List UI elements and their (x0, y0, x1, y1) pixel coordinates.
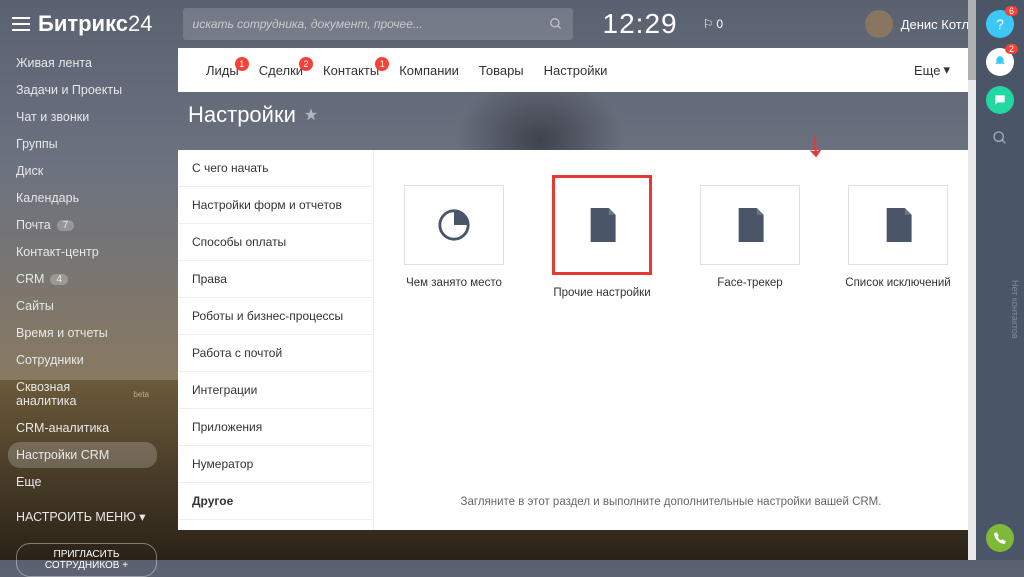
card-label: Face-трекер (690, 277, 810, 289)
settings-card[interactable]: Прочие настройки (542, 185, 662, 299)
chevron-down-icon: ▾ (943, 62, 950, 78)
settings-card[interactable]: Чем занято место (394, 185, 514, 299)
sidebar-item-label: Сайты (16, 299, 54, 313)
badge: 7 (57, 220, 75, 231)
sidebar-item-label: Чат и звонки (16, 110, 89, 124)
tab-label: Сделки (259, 63, 303, 78)
sidebar-item[interactable]: Сайты (8, 293, 157, 319)
sidebar-item-label: Настройки CRM (16, 448, 109, 462)
rail-search-icon[interactable] (992, 130, 1008, 146)
tasks-indicator[interactable]: ⚐ 0 (703, 17, 723, 31)
logo[interactable]: Битрикс24 (38, 11, 153, 37)
tab-label: Контакты (323, 63, 379, 78)
crm-tab[interactable]: Товары (469, 63, 534, 78)
sidebar-item-label: Календарь (16, 191, 79, 205)
sidebar-item-label: CRM-аналитика (16, 421, 109, 435)
tab-label: Лиды (206, 63, 239, 78)
avatar (865, 10, 893, 38)
tab-counter: 1 (375, 57, 389, 71)
sidebar-item-label: Сотрудники (16, 353, 84, 367)
sidebar-item[interactable]: Сквозная аналитика beta (8, 374, 157, 414)
doc-icon (552, 175, 652, 275)
settings-card[interactable]: Face-трекер (690, 185, 810, 299)
crm-tab[interactable]: Лиды1 (196, 63, 249, 78)
settings-category[interactable]: Нумератор (178, 446, 373, 483)
sidebar-item[interactable]: CRM-аналитика (8, 415, 157, 441)
configure-menu[interactable]: НАСТРОИТЬ МЕНЮ ▾ (8, 503, 157, 530)
tab-label: Компании (399, 63, 459, 78)
notifications-button[interactable]: 2 (986, 48, 1014, 76)
settings-category[interactable]: Интеграции (178, 372, 373, 409)
settings-category[interactable]: Права (178, 261, 373, 298)
sidebar-item-label: Еще (16, 475, 41, 489)
menu-burger[interactable] (12, 17, 30, 31)
help-button[interactable]: ?6 (986, 10, 1014, 38)
sidebar-item[interactable]: Еще (8, 469, 157, 495)
scrollbar[interactable] (968, 0, 976, 560)
settings-category[interactable]: Приложения (178, 409, 373, 446)
page-title: Настройки★ (188, 102, 318, 128)
settings-category[interactable]: Другое (178, 483, 373, 520)
help-badge: 6 (1005, 6, 1018, 16)
sidebar-item-label: Живая лента (16, 56, 92, 70)
settings-category[interactable]: Работа с почтой (178, 335, 373, 372)
sidebar-item-label: CRM (16, 272, 44, 286)
sidebar-item-label: Сквозная аналитика (16, 380, 129, 408)
sidebar-item[interactable]: CRM 4 (8, 266, 157, 292)
settings-category[interactable]: Роботы и бизнес-процессы (178, 298, 373, 335)
tab-label: Настройки (544, 63, 608, 78)
sidebar-item-label: Задачи и Проекты (16, 83, 122, 97)
clock: 12:29 (603, 8, 678, 40)
sidebar-item[interactable]: Чат и звонки (8, 104, 157, 130)
doc-icon (848, 185, 948, 265)
sidebar-item-label: Время и отчеты (16, 326, 108, 340)
settings-category[interactable]: С чего начать (178, 150, 373, 187)
contacts-hint: Нет контактов (1010, 280, 1020, 339)
sidebar-item[interactable]: Группы (8, 131, 157, 157)
search-box[interactable] (183, 8, 573, 40)
search-input[interactable] (193, 17, 549, 31)
card-label: Прочие настройки (542, 287, 662, 299)
crm-tab[interactable]: Компании (389, 63, 469, 78)
crm-tab[interactable]: Контакты1 (313, 63, 389, 78)
pie-icon (404, 185, 504, 265)
sidebar-item[interactable]: Диск (8, 158, 157, 184)
call-button[interactable] (986, 524, 1014, 552)
sidebar-item[interactable]: Живая лента (8, 50, 157, 76)
sidebar-item[interactable]: Время и отчеты (8, 320, 157, 346)
sidebar-item-label: Диск (16, 164, 43, 178)
tab-counter: 2 (299, 57, 313, 71)
tab-label: Товары (479, 63, 524, 78)
tabs-more[interactable]: Еще ▾ (914, 62, 950, 78)
settings-category[interactable]: Способы оплаты (178, 224, 373, 261)
sidebar-item[interactable]: Задачи и Проекты (8, 77, 157, 103)
tab-counter: 1 (235, 57, 249, 71)
sidebar-item[interactable]: Календарь (8, 185, 157, 211)
sidebar-item[interactable]: Сотрудники (8, 347, 157, 373)
settings-category[interactable]: Настройки форм и отчетов (178, 187, 373, 224)
search-icon (549, 17, 563, 31)
sidebar-item-label: Почта (16, 218, 51, 232)
crm-tab[interactable]: Настройки (534, 63, 618, 78)
settings-card[interactable]: Список исключений (838, 185, 958, 299)
star-icon[interactable]: ★ (304, 105, 318, 125)
sidebar-item-label: Контакт-центр (16, 245, 99, 259)
sidebar-item[interactable]: Настройки CRM (8, 442, 157, 468)
sidebar-item-label: Группы (16, 137, 58, 151)
notif-badge: 2 (1005, 44, 1018, 54)
invite-button[interactable]: ПРИГЛАСИТЬ СОТРУДНИКОВ + (16, 543, 157, 577)
chat-button[interactable] (986, 86, 1014, 114)
badge: 4 (50, 274, 68, 285)
scrollbar-thumb[interactable] (968, 0, 976, 80)
beta-tag: beta (133, 390, 149, 399)
card-label: Список исключений (838, 277, 958, 289)
sidebar-item[interactable]: Почта 7 (8, 212, 157, 238)
doc-icon (700, 185, 800, 265)
section-description: Загляните в этот раздел и выполните допо… (374, 496, 968, 508)
sidebar-item[interactable]: Контакт-центр (8, 239, 157, 265)
crm-tab[interactable]: Сделки2 (249, 63, 313, 78)
card-label: Чем занято место (394, 277, 514, 289)
annotation-arrow: ➘ (796, 126, 835, 166)
